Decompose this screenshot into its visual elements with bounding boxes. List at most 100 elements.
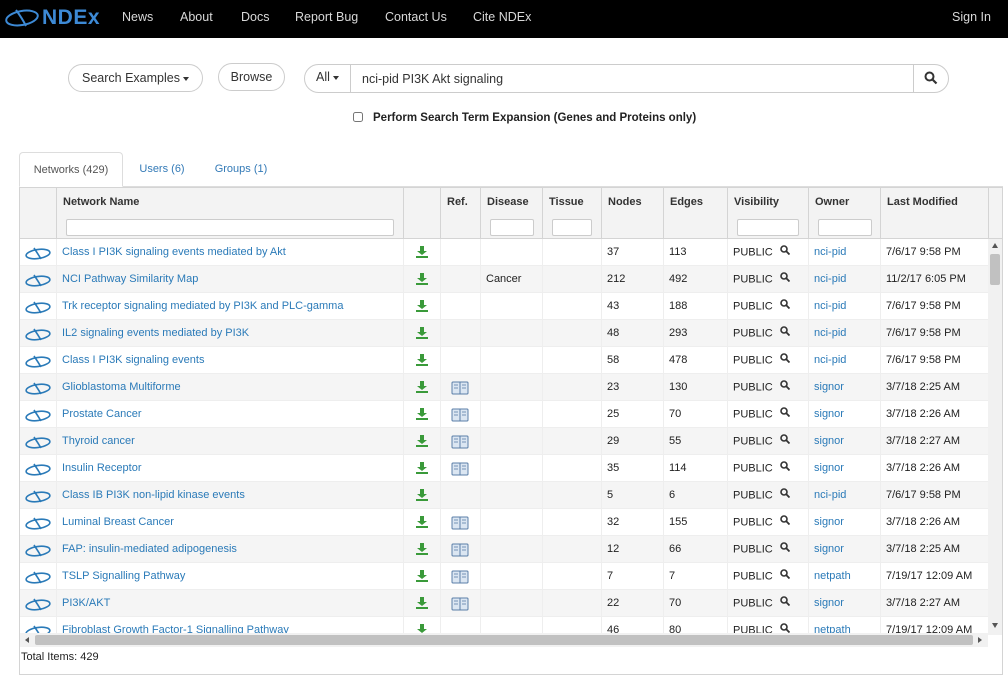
download-cell[interactable]	[404, 320, 441, 347]
download-cell[interactable]	[404, 239, 441, 266]
download-cell[interactable]	[404, 428, 441, 455]
header-tissue[interactable]: Tissue	[543, 188, 602, 239]
reference-cell[interactable]	[441, 455, 481, 482]
owner-cell[interactable]: signor	[809, 455, 881, 482]
search-icon[interactable]	[779, 266, 790, 293]
reference-book-icon[interactable]	[451, 569, 469, 584]
download-icon[interactable]	[416, 543, 428, 555]
table-row[interactable]: NCI Pathway Similarity Map Cancer 212 492 PU…	[20, 266, 988, 293]
download-cell[interactable]	[404, 347, 441, 374]
download-icon[interactable]	[416, 381, 428, 393]
reference-book-icon[interactable]	[451, 407, 469, 422]
owner-link[interactable]: signor	[814, 462, 844, 474]
download-icon[interactable]	[416, 570, 428, 582]
search-icon[interactable]	[779, 293, 790, 320]
tab-users[interactable]: Users (6)	[133, 152, 191, 187]
term-expansion-checkbox[interactable]	[353, 112, 363, 122]
search-icon[interactable]	[779, 509, 790, 536]
nav-contact-us[interactable]: Contact Us	[385, 10, 447, 24]
header-visibility[interactable]: Visibility	[728, 188, 809, 239]
reference-book-icon[interactable]	[451, 434, 469, 449]
owner-cell[interactable]: signor	[809, 374, 881, 401]
table-row[interactable]: Luminal Breast Cancer 32 155 PUBLIC signor 3/…	[20, 509, 988, 536]
reference-book-icon[interactable]	[451, 461, 469, 476]
filter-visibility[interactable]	[737, 219, 799, 236]
download-icon[interactable]	[416, 300, 428, 312]
network-name-link[interactable]: Glioblastoma Multiforme	[62, 381, 181, 393]
search-icon[interactable]	[779, 239, 790, 266]
download-icon[interactable]	[416, 273, 428, 285]
reference-cell[interactable]	[441, 401, 481, 428]
table-row[interactable]: Insulin Receptor 35 114 PUBLIC signor 3/7/18 …	[20, 455, 988, 482]
table-row[interactable]: IL2 signaling events mediated by PI3K 48 2…	[20, 320, 988, 347]
table-row[interactable]: Glioblastoma Multiforme 23 130 PUBLIC signor…	[20, 374, 988, 401]
reference-cell[interactable]	[441, 374, 481, 401]
owner-cell[interactable]: nci-pid	[809, 347, 881, 374]
download-cell[interactable]	[404, 266, 441, 293]
network-name-link[interactable]: PI3K/AKT	[62, 597, 110, 609]
owner-link[interactable]: nci-pid	[814, 300, 846, 312]
network-name-link[interactable]: Prostate Cancer	[62, 408, 141, 420]
nav-cite-ndex[interactable]: Cite NDEx	[473, 10, 531, 24]
download-cell[interactable]	[404, 563, 441, 590]
table-row[interactable]: Trk receptor signaling mediated by PI3K …	[20, 293, 988, 320]
search-icon[interactable]	[779, 482, 790, 509]
download-icon[interactable]	[416, 408, 428, 420]
reference-cell[interactable]	[441, 590, 481, 617]
download-cell[interactable]	[404, 482, 441, 509]
header-ref[interactable]: Ref.	[441, 188, 481, 239]
ndex-logo[interactable]: NDEx	[4, 4, 106, 32]
owner-cell[interactable]: netpath	[809, 563, 881, 590]
network-name-cell[interactable]: IL2 signaling events mediated by PI3K	[57, 320, 404, 347]
nav-news[interactable]: News	[122, 10, 153, 24]
table-row[interactable]: Thyroid cancer 29 55 PUBLIC signor 3/7/18 2:2…	[20, 428, 988, 455]
download-cell[interactable]	[404, 293, 441, 320]
download-cell[interactable]	[404, 509, 441, 536]
header-disease[interactable]: Disease	[481, 188, 543, 239]
network-name-cell[interactable]: PI3K/AKT	[57, 590, 404, 617]
reference-cell[interactable]	[441, 509, 481, 536]
browse-button[interactable]: Browse	[218, 63, 285, 91]
search-icon[interactable]	[779, 590, 790, 617]
download-icon[interactable]	[416, 462, 428, 474]
search-examples-button[interactable]: Search Examples	[68, 64, 203, 92]
network-name-cell[interactable]: Class I PI3K signaling events	[57, 347, 404, 374]
nav-docs[interactable]: Docs	[241, 10, 269, 24]
network-name-link[interactable]: Luminal Breast Cancer	[62, 516, 174, 528]
network-name-link[interactable]: TSLP Signalling Pathway	[62, 570, 185, 582]
table-row[interactable]: Class I PI3K signaling events 58 478 PUBLIC…	[20, 347, 988, 374]
owner-link[interactable]: nci-pid	[814, 489, 846, 501]
download-cell[interactable]	[404, 536, 441, 563]
search-icon[interactable]	[779, 347, 790, 374]
network-name-link[interactable]: Insulin Receptor	[62, 462, 142, 474]
filter-tissue[interactable]	[552, 219, 592, 236]
download-cell[interactable]	[404, 401, 441, 428]
download-icon[interactable]	[416, 435, 428, 447]
network-name-cell[interactable]: Thyroid cancer	[57, 428, 404, 455]
download-icon[interactable]	[416, 246, 428, 258]
search-scope-dropdown[interactable]: All	[305, 65, 351, 92]
network-name-cell[interactable]: Luminal Breast Cancer	[57, 509, 404, 536]
reference-book-icon[interactable]	[451, 596, 469, 611]
reference-book-icon[interactable]	[451, 542, 469, 557]
filter-network-name[interactable]	[66, 219, 394, 236]
nav-sign-in[interactable]: Sign In	[952, 10, 991, 24]
network-name-link[interactable]: NCI Pathway Similarity Map	[62, 273, 198, 285]
owner-link[interactable]: nci-pid	[814, 273, 846, 285]
owner-link[interactable]: signor	[814, 516, 844, 528]
header-last-modified[interactable]: Last Modified	[881, 188, 989, 239]
table-row[interactable]: TSLP Signalling Pathway 7 7 PUBLIC netpath 7/…	[20, 563, 988, 590]
owner-link[interactable]: nci-pid	[814, 327, 846, 339]
download-icon[interactable]	[416, 327, 428, 339]
owner-link[interactable]: signor	[814, 597, 844, 609]
network-name-link[interactable]: Class I PI3K signaling events mediated b…	[62, 246, 286, 258]
download-icon[interactable]	[416, 516, 428, 528]
network-name-cell[interactable]: Prostate Cancer	[57, 401, 404, 428]
owner-cell[interactable]: nci-pid	[809, 320, 881, 347]
network-name-cell[interactable]: Class I PI3K signaling events mediated b…	[57, 239, 404, 266]
owner-cell[interactable]: nci-pid	[809, 239, 881, 266]
search-icon[interactable]	[779, 428, 790, 455]
search-icon[interactable]	[779, 563, 790, 590]
owner-cell[interactable]: nci-pid	[809, 482, 881, 509]
tab-networks[interactable]: Networks (429)	[19, 152, 123, 187]
